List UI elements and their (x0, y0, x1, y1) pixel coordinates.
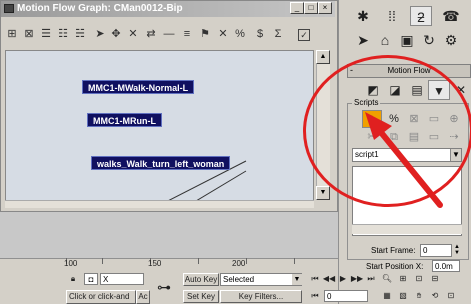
ruler-label: 150 (148, 259, 162, 268)
line-icon[interactable]: — (162, 27, 176, 41)
start-frame-label: Start Frame: (371, 246, 416, 255)
start-position-spinner[interactable]: 0.0m (432, 260, 460, 272)
delete-icon[interactable]: ✕ (126, 27, 140, 41)
ruler-tick (294, 258, 295, 264)
orbit-icon[interactable]: ⟲ (428, 290, 442, 302)
set-key-mode-icon[interactable]: ⊶ (153, 278, 175, 296)
go-to-start-icon[interactable]: ⏮ (308, 273, 322, 285)
spinner-arrows-icon[interactable]: ▲ ▼ (453, 244, 461, 257)
set-key-button[interactable]: Set Key (183, 290, 219, 303)
minimize-button[interactable]: _ (290, 2, 304, 14)
list-edit-icon[interactable]: ☷ (56, 27, 70, 41)
select-icon[interactable]: ➤ (93, 27, 107, 41)
maximize-viewport-icon[interactable]: ⊡ (444, 290, 458, 302)
go-to-end-icon[interactable]: ⏭ (364, 273, 378, 285)
hierarchy-tab-icon[interactable]: ƻ (410, 6, 432, 26)
ruler-label: 100 (64, 259, 78, 268)
clip-node[interactable]: walks_Walk_turn_left_woman (91, 156, 231, 170)
previous-frame-icon[interactable]: ◀◀ (322, 273, 336, 285)
scroll-up-button[interactable]: ▲ (316, 50, 330, 64)
grid-icon[interactable]: ☵ (73, 27, 87, 41)
refresh-icon[interactable]: ↻ (418, 30, 440, 50)
window-title: Motion Flow Graph: CMan0012-Bip (1, 1, 335, 17)
transition-icon[interactable]: ⇄ (144, 27, 158, 41)
new-clip-icon[interactable]: ⊞ (5, 27, 19, 41)
checkbox-icon[interactable]: ✓ (298, 29, 310, 41)
connector-lines (158, 160, 247, 205)
close-button[interactable]: × (318, 2, 332, 14)
flag-icon[interactable]: ⚑ (198, 27, 212, 41)
scroll-down-button[interactable]: ▼ (316, 186, 330, 200)
percent-icon[interactable]: ✕ (216, 27, 230, 41)
move-icon[interactable]: ✥ (109, 27, 123, 41)
key-filters-button[interactable]: Key Filters... (220, 290, 302, 303)
modify-tab-icon[interactable]: ⁞⁞ (381, 6, 403, 26)
ruler-tick (102, 258, 103, 264)
start-frame-spinner[interactable]: 0 (420, 244, 452, 257)
ratio-icon[interactable]: % (233, 27, 247, 41)
zoom-all-icon[interactable]: ⊞ (396, 273, 410, 285)
selected-dropdown[interactable]: Selected (220, 273, 302, 286)
motion-tab-icon[interactable]: ☎ (440, 6, 462, 26)
clip-node[interactable]: MMC1-MWalk-Normal-L (82, 80, 195, 94)
listbox-scrollbar[interactable] (352, 224, 462, 234)
settings-icon[interactable]: ⚙ (440, 30, 462, 50)
time-ruler[interactable] (66, 258, 338, 270)
chevron-down-icon[interactable]: ▼ (292, 274, 302, 285)
zoom-extents-icon[interactable]: ⊡ (412, 273, 426, 285)
status-prompt: Click or click-and (66, 290, 136, 304)
maximize-button[interactable]: □ (304, 2, 318, 14)
list-icon[interactable]: ☰ (39, 27, 53, 41)
create-tab-icon[interactable]: ✱ (352, 6, 374, 26)
status-prompt-2: Ac (136, 290, 150, 304)
horizontal-scrollbar[interactable] (5, 200, 314, 208)
ruler-tick (198, 258, 199, 264)
x-coordinate-field[interactable]: X (100, 273, 144, 285)
graph-canvas[interactable] (5, 50, 314, 206)
select-biped-icon[interactable]: ➤ (352, 30, 374, 50)
pan-icon[interactable]: ✋︎ (412, 290, 426, 302)
lock-selection-icon[interactable]: 🔒︎ (66, 273, 80, 285)
start-position-label: Start Position X: (366, 262, 424, 271)
chart-icon[interactable]: ≡ (180, 27, 194, 41)
window-app-icon (4, 4, 14, 13)
next-frame-icon[interactable]: ▶▶ (350, 273, 364, 285)
time-config-icon[interactable]: ▦ (380, 290, 394, 302)
save-icon[interactable]: ▣ (396, 30, 418, 50)
current-frame-field[interactable]: 0 (324, 290, 368, 302)
ruler-tick (246, 258, 247, 264)
key-mode-icon[interactable]: ⏮ (308, 290, 322, 302)
clip-node[interactable]: MMC1-MRun-L (87, 113, 162, 127)
ruler-label: 200 (232, 259, 246, 268)
play-icon[interactable]: ▶ (336, 273, 350, 285)
annotation-arrow (365, 112, 443, 208)
auto-key-button[interactable]: Auto Key (183, 273, 219, 286)
zoom-icon[interactable]: 🔍︎ (380, 273, 394, 285)
add-clips-icon[interactable]: ⊠ (22, 27, 36, 41)
dollar-icon[interactable]: $ (253, 27, 267, 41)
absolute-mode-icon[interactable]: ◘ (84, 273, 98, 285)
field-of-view-icon[interactable]: ▧ (396, 290, 410, 302)
zoom-extents-all-icon[interactable]: ⊟ (428, 273, 442, 285)
script-icon[interactable]: Σ (271, 27, 285, 41)
open-icon[interactable]: ⌂ (374, 30, 396, 50)
